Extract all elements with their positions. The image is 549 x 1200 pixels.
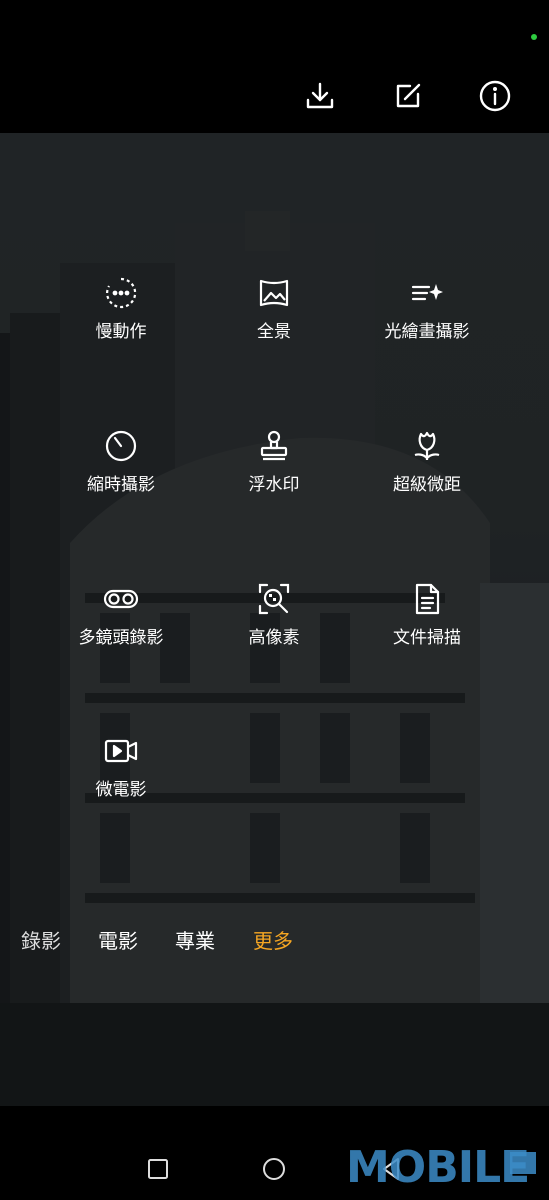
home-icon[interactable] bbox=[261, 1156, 287, 1182]
mode-tab-bar: 錄影 電影 專業 更多 bbox=[0, 925, 549, 955]
mode-panorama[interactable]: 全景 bbox=[199, 275, 349, 342]
slow-motion-icon bbox=[103, 275, 139, 311]
mode-label: 慢動作 bbox=[95, 322, 147, 342]
recents-icon[interactable] bbox=[145, 1156, 171, 1182]
watermark-logo: MOBILE bbox=[346, 1142, 530, 1193]
short-film-icon bbox=[103, 733, 139, 769]
macro-flower-icon bbox=[409, 428, 445, 464]
mode-label: 文件掃描 bbox=[393, 628, 461, 648]
multi-lens-icon bbox=[103, 581, 139, 617]
download-icon[interactable] bbox=[302, 78, 338, 114]
edit-icon[interactable] bbox=[390, 78, 426, 114]
mode-label: 微電影 bbox=[95, 780, 147, 800]
mode-high-resolution[interactable]: 高像素 bbox=[199, 581, 349, 648]
mode-document-scan[interactable]: 文件掃描 bbox=[352, 581, 502, 648]
mode-light-painting[interactable]: 光繪畫攝影 bbox=[352, 275, 502, 342]
mode-label: 多鏡頭錄影 bbox=[78, 628, 164, 648]
document-scan-icon bbox=[409, 581, 445, 617]
status-indicator-dot bbox=[531, 34, 537, 40]
mode-label: 縮時攝影 bbox=[87, 475, 155, 495]
light-painting-icon bbox=[409, 275, 445, 311]
mode-watermark[interactable]: 浮水印 bbox=[199, 428, 349, 495]
tab-movie[interactable]: 電影 bbox=[98, 925, 138, 954]
mode-super-macro[interactable]: 超級微距 bbox=[352, 428, 502, 495]
timelapse-icon bbox=[103, 428, 139, 464]
top-bar bbox=[0, 0, 549, 133]
mode-label: 超級微距 bbox=[393, 475, 461, 495]
watermark-stamp-icon bbox=[256, 428, 292, 464]
panorama-icon bbox=[256, 275, 292, 311]
mode-slow-motion[interactable]: 慢動作 bbox=[46, 275, 196, 342]
mode-label: 光繪畫攝影 bbox=[384, 322, 470, 342]
mode-label: 全景 bbox=[257, 322, 291, 342]
watermark-logo-box bbox=[510, 1152, 536, 1174]
mode-label: 浮水印 bbox=[248, 475, 300, 495]
info-icon[interactable] bbox=[477, 78, 513, 114]
tab-pro[interactable]: 專業 bbox=[175, 925, 215, 954]
tab-more[interactable]: 更多 bbox=[253, 925, 293, 954]
mode-multi-lens-video[interactable]: 多鏡頭錄影 bbox=[46, 581, 196, 648]
high-resolution-icon bbox=[256, 581, 292, 617]
mode-timelapse[interactable]: 縮時攝影 bbox=[46, 428, 196, 495]
mode-short-film[interactable]: 微電影 bbox=[46, 733, 196, 800]
tab-video[interactable]: 錄影 bbox=[21, 925, 61, 954]
mode-label: 高像素 bbox=[248, 628, 300, 648]
